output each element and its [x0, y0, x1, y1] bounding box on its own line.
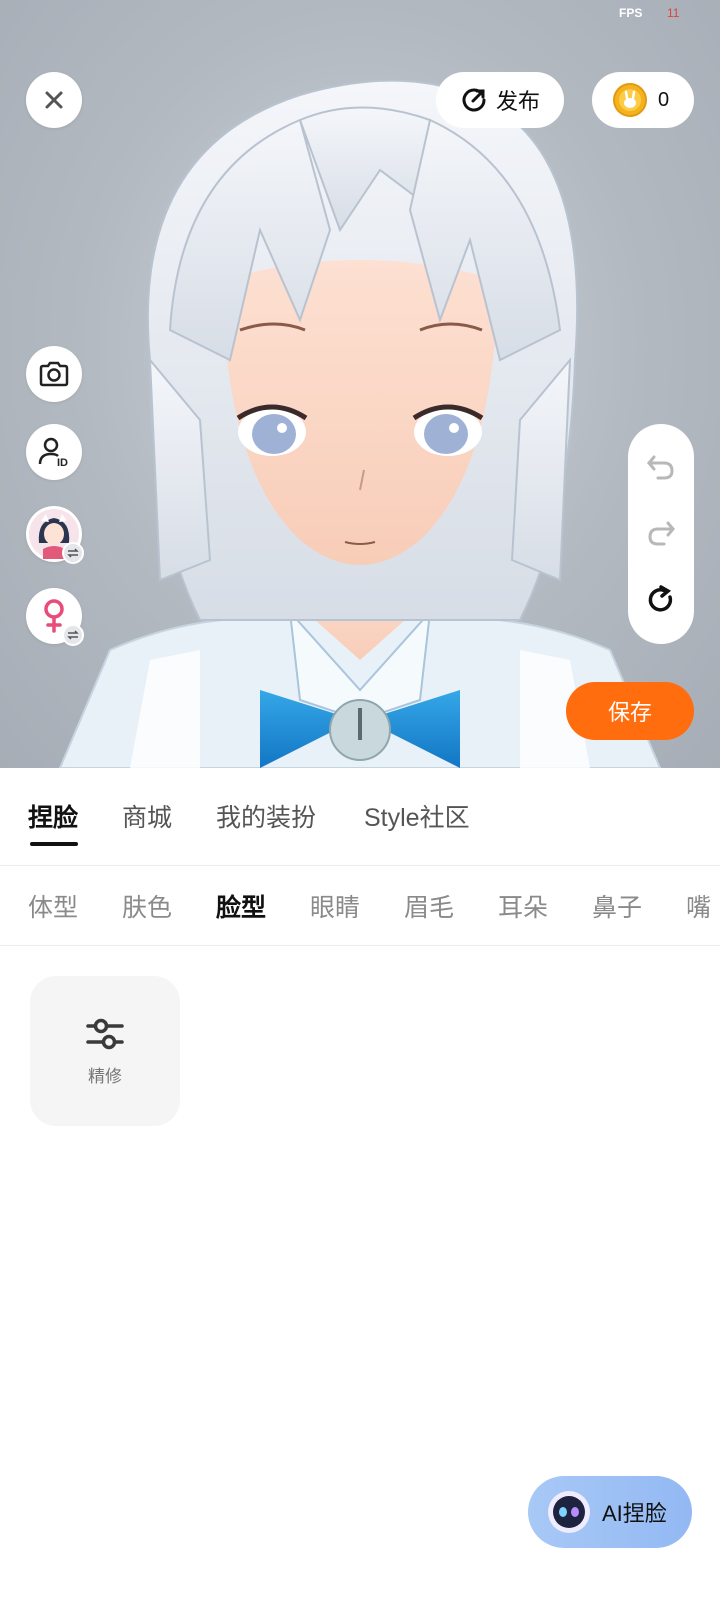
category-face-shape[interactable]: 脸型: [216, 888, 266, 924]
coin-count: 0: [658, 88, 670, 111]
character-swap-button[interactable]: [26, 506, 84, 564]
category-body[interactable]: 体型: [28, 888, 78, 924]
avatar-id-icon: ID: [38, 437, 68, 469]
reset-icon[interactable]: [646, 585, 676, 615]
save-button[interactable]: 保存: [566, 682, 694, 740]
swap-arrows-icon: [67, 548, 79, 558]
fps-value: 11: [667, 6, 680, 20]
tab-shop[interactable]: 商城: [122, 798, 172, 834]
publish-icon: [462, 88, 486, 112]
category-tab-bar: 体型 肤色 脸型 眼睛 眉毛 耳朵 鼻子 嘴: [0, 866, 720, 946]
coin-icon: [613, 83, 647, 117]
ai-face-button[interactable]: AI捏脸: [528, 1476, 692, 1548]
fps-label: FPS: [619, 6, 643, 20]
fine-tune-label: 精修: [88, 1066, 122, 1087]
gender-button[interactable]: [26, 588, 84, 646]
tab-face-edit[interactable]: 捏脸: [28, 798, 78, 834]
avatar-viewport[interactable]: FPS 11 发布 0 ID 保存: [0, 0, 720, 768]
tab-style-community[interactable]: Style社区: [364, 798, 470, 834]
category-ears[interactable]: 耳朵: [498, 888, 548, 924]
svg-text:ID: ID: [57, 457, 68, 469]
active-tab-indicator: [30, 842, 78, 846]
swap-arrows-icon: [67, 630, 79, 640]
redo-icon[interactable]: [646, 519, 676, 547]
sliders-icon: [86, 1018, 124, 1049]
category-nose[interactable]: 鼻子: [592, 888, 642, 924]
main-tab-bar: 捏脸 商城 我的装扮 Style社区: [0, 768, 720, 866]
fine-tune-option[interactable]: 精修: [30, 976, 180, 1126]
close-icon: [45, 91, 63, 109]
close-button[interactable]: [26, 72, 82, 128]
camera-button[interactable]: [26, 346, 82, 402]
undo-icon[interactable]: [646, 453, 676, 481]
history-panel: [628, 424, 694, 644]
swap-badge: [62, 542, 84, 564]
coin-balance[interactable]: 0: [592, 72, 694, 128]
ai-face-label: AI捏脸: [602, 1501, 667, 1526]
tab-my-outfits[interactable]: 我的装扮: [216, 798, 316, 834]
camera-icon: [39, 361, 69, 387]
ai-robot-icon: [548, 1491, 590, 1533]
avatar-id-button[interactable]: ID: [26, 424, 82, 480]
publish-label: 发布: [495, 89, 540, 114]
category-eyes[interactable]: 眼睛: [310, 888, 360, 924]
category-eyebrows[interactable]: 眉毛: [404, 888, 454, 924]
category-mouth[interactable]: 嘴: [686, 888, 711, 924]
swap-badge: [62, 624, 84, 646]
publish-button[interactable]: 发布: [436, 72, 564, 128]
category-skin-color[interactable]: 肤色: [122, 888, 172, 924]
